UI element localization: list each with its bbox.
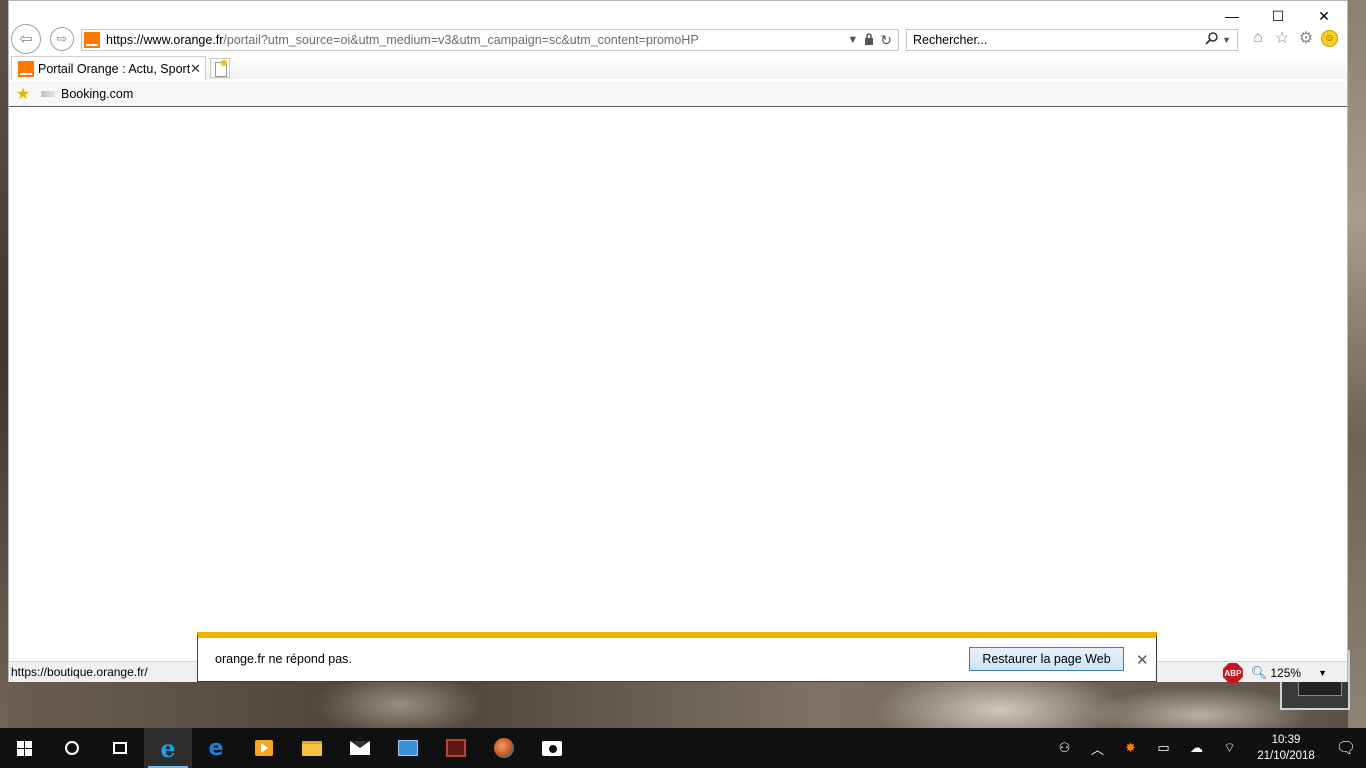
dropdown-icon[interactable]: ▼ bbox=[847, 34, 858, 46]
taskbar-app-globe[interactable] bbox=[480, 728, 528, 768]
page-content bbox=[9, 108, 1347, 661]
gear-icon[interactable]: ⚙ bbox=[1297, 29, 1315, 47]
edge-icon: e bbox=[208, 735, 224, 761]
close-button[interactable]: ✕ bbox=[1301, 1, 1347, 31]
folder-icon bbox=[302, 740, 322, 756]
task-view-icon bbox=[113, 742, 127, 754]
taskbar-media-player[interactable] bbox=[240, 728, 288, 768]
battery-icon[interactable]: ▭ bbox=[1147, 728, 1180, 768]
favorite-booking[interactable]: Booking.com bbox=[41, 87, 133, 101]
zoom-control[interactable]: 🔍︎ 125% ▼ bbox=[1251, 665, 1327, 681]
windows-logo-icon bbox=[16, 740, 32, 756]
booking-favicon bbox=[41, 90, 55, 97]
arrow-right-icon: ⇨ bbox=[56, 31, 68, 46]
clock[interactable]: 10:39 21/10/2018 bbox=[1246, 732, 1326, 764]
cortana-button[interactable] bbox=[48, 728, 96, 768]
adblock-plus-icon[interactable]: ABP bbox=[1222, 663, 1243, 683]
browser-window: — ☐ ✕ ⇦ ⇨ https://www.orange.fr/portail?… bbox=[8, 0, 1348, 683]
address-bar[interactable]: https://www.orange.fr/portail?utm_source… bbox=[81, 29, 899, 51]
zoom-level: 125% bbox=[1270, 666, 1302, 680]
orange-favicon bbox=[84, 32, 100, 48]
search-box[interactable]: Rechercher... ▼ bbox=[906, 29, 1238, 51]
avast-icon[interactable]: ✸ bbox=[1114, 728, 1147, 768]
forward-button[interactable]: ⇨ bbox=[50, 27, 74, 51]
camera-icon bbox=[542, 740, 562, 756]
taskbar-app-blue[interactable] bbox=[384, 728, 432, 768]
media-player-icon bbox=[255, 740, 273, 756]
back-button[interactable]: ⇦ bbox=[11, 24, 41, 54]
notification-message: orange.fr ne répond pas. bbox=[215, 652, 352, 666]
restore-page-button[interactable]: Restaurer la page Web bbox=[969, 647, 1124, 671]
notification-close-icon[interactable]: ✕ bbox=[1136, 651, 1149, 669]
clock-date: 21/10/2018 bbox=[1257, 750, 1315, 762]
mail-icon bbox=[350, 741, 370, 755]
lock-icon[interactable] bbox=[864, 32, 874, 48]
taskbar-edge[interactable]: e bbox=[192, 728, 240, 768]
new-tab-button[interactable] bbox=[210, 58, 230, 78]
browser-titlebar: — ☐ ✕ ⇦ ⇨ https://www.orange.fr/portail?… bbox=[9, 1, 1347, 81]
zoom-dropdown-icon[interactable]: ▼ bbox=[1318, 668, 1327, 678]
people-icon[interactable]: ⚇ bbox=[1048, 728, 1081, 768]
favorites-add-icon[interactable]: ★ bbox=[13, 84, 33, 104]
arrow-left-icon: ⇦ bbox=[19, 31, 33, 48]
taskbar-camera[interactable] bbox=[528, 728, 576, 768]
search-input[interactable]: Rechercher... bbox=[913, 33, 987, 47]
notification-bar: orange.fr ne répond pas. Restaurer la pa… bbox=[197, 632, 1157, 682]
clock-time: 10:39 bbox=[1271, 734, 1301, 746]
desktop-wallpaper-left bbox=[0, 0, 8, 728]
toolbar-icons: ⌂ ☆ ⚙ ☺ bbox=[1249, 29, 1338, 47]
start-button[interactable] bbox=[0, 728, 48, 768]
orange-favicon bbox=[18, 60, 34, 77]
globe-app-icon bbox=[494, 738, 514, 758]
app-game-icon bbox=[446, 739, 466, 757]
taskbar-file-explorer[interactable] bbox=[288, 728, 336, 768]
action-center-icon[interactable]: 🗨︎ bbox=[1326, 728, 1366, 768]
taskbar: e e ⚇ ︿ ✸ ▭ ☁ ⌔ 10:39 21/10/2018 🗨︎ bbox=[0, 728, 1366, 768]
home-icon[interactable]: ⌂ bbox=[1249, 29, 1267, 47]
window-controls: — ☐ ✕ bbox=[1209, 1, 1347, 31]
maximize-button[interactable]: ☐ bbox=[1255, 1, 1301, 31]
desktop-wallpaper-right bbox=[1348, 0, 1366, 728]
favorites-star-icon[interactable]: ☆ bbox=[1273, 29, 1291, 47]
taskbar-mail[interactable] bbox=[336, 728, 384, 768]
favorites-bar: ★ Booking.com bbox=[9, 81, 1347, 107]
tab-row: Portail Orange : Actu, Sport... ✕ bbox=[9, 55, 1347, 80]
taskbar-app-red[interactable] bbox=[432, 728, 480, 768]
onedrive-cloud-icon[interactable]: ☁ bbox=[1180, 728, 1213, 768]
task-view-button[interactable] bbox=[96, 728, 144, 768]
tab-title: Portail Orange : Actu, Sport... bbox=[38, 61, 191, 76]
tab-orange-portal[interactable]: Portail Orange : Actu, Sport... ✕ bbox=[11, 56, 206, 80]
minimize-button[interactable]: — bbox=[1209, 1, 1255, 31]
chevron-up-icon[interactable]: ︿ bbox=[1081, 728, 1114, 768]
refresh-icon[interactable]: ↻ bbox=[880, 32, 892, 49]
system-tray: ⚇ ︿ ✸ ▭ ☁ ⌔ 10:39 21/10/2018 🗨︎ bbox=[1048, 728, 1366, 768]
app-window-icon bbox=[398, 740, 418, 756]
address-url[interactable]: https://www.orange.fr/portail?utm_source… bbox=[106, 33, 847, 47]
status-url: https://boutique.orange.fr/ bbox=[11, 665, 148, 679]
tab-close-icon[interactable]: ✕ bbox=[190, 61, 201, 77]
search-icon[interactable] bbox=[1205, 32, 1218, 48]
zoom-icon: 🔍︎ bbox=[1250, 665, 1268, 680]
feedback-smiley-icon[interactable]: ☺ bbox=[1321, 29, 1338, 47]
taskbar-internet-explorer[interactable]: e bbox=[144, 728, 192, 768]
internet-explorer-icon: e bbox=[160, 733, 176, 763]
search-dropdown-icon[interactable]: ▼ bbox=[1222, 35, 1231, 45]
wifi-icon[interactable]: ⌔ bbox=[1213, 728, 1246, 768]
cortana-icon bbox=[65, 741, 79, 755]
